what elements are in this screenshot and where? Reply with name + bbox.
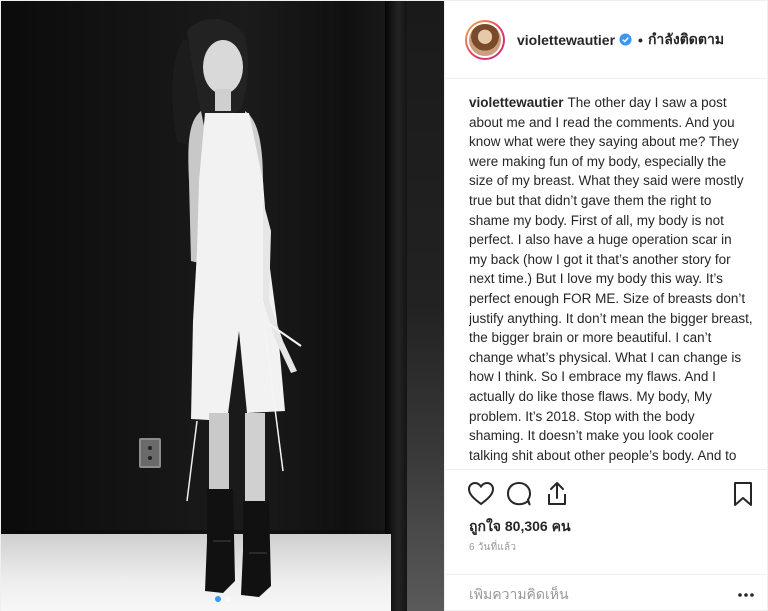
header-username[interactable]: violettewautier bbox=[517, 32, 615, 48]
photo-woman-figure bbox=[172, 18, 302, 597]
post-actions-area: ถูกใจ 80,306 คน 6 วันที่แล้ว bbox=[445, 469, 768, 611]
add-comment-bar bbox=[445, 574, 768, 611]
caption-text: The other day I saw a post about me and … bbox=[469, 95, 753, 469]
verified-badge-icon bbox=[619, 33, 632, 46]
share-icon[interactable] bbox=[543, 480, 571, 508]
carousel-dot-active[interactable] bbox=[214, 596, 221, 602]
more-options-icon[interactable] bbox=[736, 585, 756, 605]
comment-input[interactable] bbox=[469, 586, 719, 602]
post-timestamp[interactable]: 6 วันที่แล้ว bbox=[469, 540, 516, 555]
carousel-dots bbox=[1, 596, 444, 602]
bookmark-icon[interactable] bbox=[729, 480, 757, 508]
post-header: violettewautier • กำลังติดตาม bbox=[445, 1, 768, 79]
post-side-panel: violettewautier • กำลังติดตาม violettewa… bbox=[444, 1, 768, 611]
instagram-post: violettewautier • กำลังติดตาม violettewa… bbox=[0, 0, 768, 611]
post-photo[interactable] bbox=[1, 1, 444, 611]
comment-icon[interactable] bbox=[505, 480, 533, 508]
avatar[interactable] bbox=[465, 19, 505, 60]
caption-username[interactable]: violettewautier bbox=[469, 95, 564, 110]
header-separator: • bbox=[638, 31, 643, 48]
post-caption: violettewautier The other day I saw a pos… bbox=[469, 93, 753, 469]
following-button[interactable]: กำลังติดตาม bbox=[648, 29, 724, 51]
heart-icon[interactable] bbox=[467, 480, 495, 508]
likes-count[interactable]: ถูกใจ 80,306 คน bbox=[469, 516, 571, 538]
action-icon-row bbox=[467, 480, 757, 510]
carousel-dot[interactable] bbox=[224, 596, 231, 602]
